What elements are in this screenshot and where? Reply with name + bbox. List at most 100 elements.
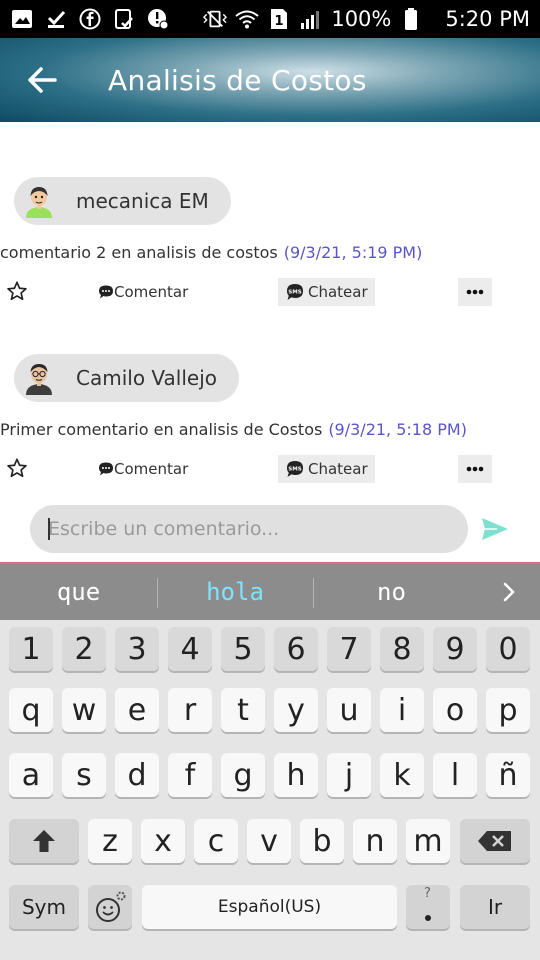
- key-9[interactable]: 9: [433, 627, 477, 671]
- key-z[interactable]: z: [88, 819, 132, 863]
- author-name: mecanica EM: [76, 189, 209, 213]
- arrow-left-icon: [28, 67, 57, 93]
- key-b[interactable]: b: [300, 819, 344, 863]
- avatar: [26, 187, 52, 218]
- battery-icon: [399, 8, 423, 30]
- key-1[interactable]: 1: [9, 627, 53, 671]
- comment-actions: Comentar SMS Chatear: [0, 278, 540, 306]
- send-icon[interactable]: [480, 516, 510, 542]
- more-options-button[interactable]: [458, 455, 492, 483]
- key-0[interactable]: 0: [486, 627, 530, 671]
- key-8[interactable]: 8: [380, 627, 424, 671]
- chat-button[interactable]: SMS Chatear: [278, 278, 375, 306]
- key-t[interactable]: t: [221, 688, 265, 732]
- soft-keyboard: que hola no 1 2 3 4 5 6 7 8 9 0 q w e r …: [0, 564, 540, 960]
- emoji-key[interactable]: [88, 885, 132, 929]
- back-button[interactable]: [0, 38, 84, 122]
- comment-body: comentario 2 en analisis de costos: [0, 243, 278, 262]
- comment-button-label: Comentar: [114, 460, 189, 478]
- sim-1-icon: 1: [267, 8, 291, 30]
- key-3[interactable]: 3: [115, 627, 159, 671]
- chat-bubble-icon: [99, 462, 113, 476]
- suggestion-hola[interactable]: hola: [157, 564, 313, 620]
- key-v[interactable]: v: [247, 819, 291, 863]
- shift-key[interactable]: [9, 819, 79, 863]
- key-i[interactable]: i: [380, 688, 424, 732]
- key-p[interactable]: p: [486, 688, 530, 732]
- key-m[interactable]: m: [406, 819, 450, 863]
- key-q[interactable]: q: [9, 688, 53, 732]
- key-o[interactable]: o: [433, 688, 477, 732]
- comment-button[interactable]: Comentar: [98, 455, 188, 483]
- location-alert-icon: [146, 8, 170, 30]
- key-y[interactable]: y: [274, 688, 318, 732]
- space-key[interactable]: Español(US): [142, 885, 397, 929]
- clock: 5:20 PM: [445, 7, 530, 31]
- go-key[interactable]: Ir: [460, 885, 530, 929]
- backspace-icon: [478, 831, 511, 851]
- key-s[interactable]: s: [62, 753, 106, 797]
- author-chip[interactable]: mecanica EM: [14, 177, 231, 225]
- key-7[interactable]: 7: [327, 627, 371, 671]
- key-f[interactable]: f: [168, 753, 212, 797]
- key-6[interactable]: 6: [274, 627, 318, 671]
- key-a[interactable]: a: [9, 753, 53, 797]
- key-h[interactable]: h: [274, 753, 318, 797]
- key-x[interactable]: x: [141, 819, 185, 863]
- sms-icon: SMS: [287, 461, 303, 477]
- suggestion-no[interactable]: no: [313, 564, 470, 620]
- app-header: Analisis de Costos: [0, 38, 540, 122]
- svg-text:SMS: SMS: [288, 467, 301, 473]
- key-w[interactable]: w: [62, 688, 106, 732]
- key-4[interactable]: 4: [168, 627, 212, 671]
- more-horiz-icon: [466, 466, 484, 472]
- key-2[interactable]: 2: [62, 627, 106, 671]
- status-bar: 1 100% 5:20 PM: [0, 0, 540, 38]
- download-done-icon: [44, 8, 68, 30]
- key-c[interactable]: c: [194, 819, 238, 863]
- chevron-right-icon[interactable]: [492, 574, 526, 610]
- battery-percent: 100%: [331, 7, 392, 31]
- comment-actions: Comentar SMS Chatear: [0, 455, 540, 483]
- period-icon: [425, 915, 431, 921]
- key-e[interactable]: e: [115, 688, 159, 732]
- emoji-settings-icon: [96, 891, 126, 922]
- comment-button-label: Comentar: [114, 283, 189, 301]
- key-l[interactable]: l: [433, 753, 477, 797]
- star-icon[interactable]: [6, 457, 28, 479]
- key-n-tilde[interactable]: ñ: [486, 753, 530, 797]
- key-j[interactable]: j: [327, 753, 371, 797]
- star-icon[interactable]: [6, 280, 28, 302]
- key-r[interactable]: r: [168, 688, 212, 732]
- key-u[interactable]: u: [327, 688, 371, 732]
- key-d[interactable]: d: [115, 753, 159, 797]
- page-title: Analisis de Costos: [108, 63, 367, 97]
- comment-text: Primer comentario en analisis de Costos (…: [0, 420, 467, 439]
- backspace-key[interactable]: [460, 819, 530, 863]
- comment-feed[interactable]: mecanica EM comentario 2 en analisis de …: [0, 122, 540, 562]
- avatar: [26, 364, 52, 395]
- comment-input[interactable]: [30, 505, 468, 553]
- comment-timestamp: (9/3/21, 5:19 PM): [283, 243, 423, 262]
- clipboard-check-icon: [112, 8, 136, 30]
- vibrate-icon: [203, 8, 228, 30]
- chat-button-label: Chatear: [308, 460, 368, 478]
- key-k[interactable]: k: [380, 753, 424, 797]
- svg-text:1: 1: [275, 14, 284, 29]
- facebook-icon: [78, 8, 102, 30]
- shift-icon: [33, 830, 55, 852]
- more-options-button[interactable]: [458, 278, 492, 306]
- text-caret: [48, 518, 50, 540]
- comment-button[interactable]: Comentar: [98, 278, 188, 306]
- key-n[interactable]: n: [353, 819, 397, 863]
- key-g[interactable]: g: [221, 753, 265, 797]
- comment-body: Primer comentario en analisis de Costos: [0, 420, 323, 439]
- punctuation-key[interactable]: ?: [406, 885, 450, 929]
- key-5[interactable]: 5: [221, 627, 265, 671]
- author-chip[interactable]: Camilo Vallejo: [14, 354, 240, 402]
- suggestion-que[interactable]: que: [0, 564, 157, 620]
- sym-key[interactable]: Sym: [9, 885, 79, 929]
- chat-button[interactable]: SMS Chatear: [278, 455, 375, 483]
- comment-text: comentario 2 en analisis de costos (9/3/2…: [0, 243, 422, 262]
- image-icon: [10, 8, 34, 30]
